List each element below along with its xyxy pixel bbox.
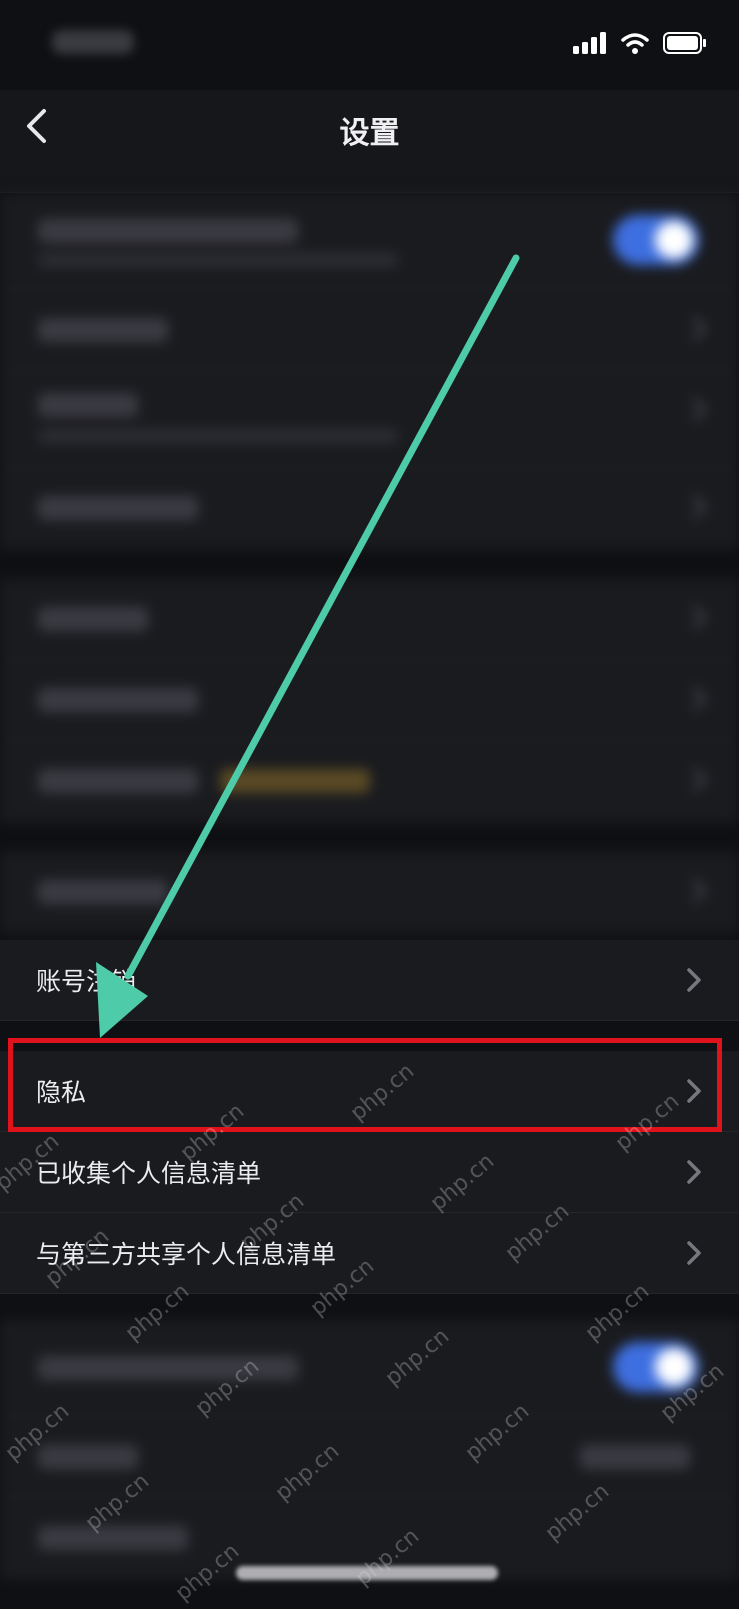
chevron-right-icon — [682, 397, 707, 422]
status-time-blurred — [52, 30, 134, 54]
chevron-right-icon — [682, 316, 707, 341]
list-item-collected-info[interactable]: 已收集个人信息清单 — [0, 1132, 739, 1213]
settings-group-2 — [0, 579, 739, 822]
chevron-right-icon — [682, 605, 707, 630]
blurred-text — [38, 429, 398, 443]
status-bar — [0, 0, 739, 90]
list-item[interactable] — [0, 193, 739, 290]
wifi-icon — [621, 33, 649, 54]
blurred-text — [580, 1445, 690, 1469]
home-indicator — [236, 1566, 498, 1580]
settings-group-5 — [0, 1320, 739, 1579]
list-item[interactable] — [0, 741, 739, 822]
chevron-right-icon — [687, 1160, 701, 1184]
blurred-settings-top — [0, 193, 739, 963]
list-item-third-party-info[interactable]: 与第三方共享个人信息清单 — [0, 1213, 739, 1294]
blurred-text — [38, 393, 138, 417]
list-item-account-cancel[interactable]: 账号注销 — [0, 940, 739, 1021]
list-item[interactable] — [0, 1417, 739, 1498]
list-item-label: 账号注销 — [36, 967, 137, 996]
chevron-right-icon — [682, 878, 707, 903]
list-item[interactable] — [0, 852, 739, 933]
list-item[interactable] — [0, 660, 739, 741]
list-item-label: 已收集个人信息清单 — [36, 1159, 262, 1188]
list-item[interactable] — [0, 579, 739, 660]
blurred-text — [38, 496, 198, 520]
chevron-right-icon — [682, 767, 707, 792]
blurred-text — [38, 253, 398, 267]
list-item[interactable] — [0, 468, 739, 549]
chevron-right-icon — [682, 494, 707, 519]
chevron-right-icon — [682, 686, 707, 711]
chevron-right-icon — [687, 968, 701, 992]
blurred-text — [38, 1356, 298, 1380]
blurred-text — [38, 1445, 138, 1469]
blurred-text — [38, 1526, 188, 1550]
blurred-text — [38, 318, 168, 342]
blurred-text — [38, 688, 198, 712]
toggle-switch[interactable] — [613, 1342, 699, 1392]
highlight-box — [8, 1038, 722, 1132]
blurred-text — [38, 607, 148, 631]
list-item[interactable] — [0, 290, 739, 371]
nav-header: 设置 — [0, 90, 739, 193]
list-item[interactable] — [0, 371, 739, 468]
status-icons — [573, 32, 707, 54]
signal-icon — [573, 32, 606, 54]
toggle-switch[interactable] — [613, 215, 699, 265]
blurred-text — [38, 769, 198, 793]
list-item-label: 与第三方共享个人信息清单 — [36, 1240, 337, 1269]
page-title: 设置 — [339, 116, 400, 151]
settings-group-3 — [0, 852, 739, 933]
settings-group-1 — [0, 193, 739, 549]
blurred-text — [38, 880, 168, 904]
blurred-text — [38, 219, 298, 243]
list-item[interactable] — [0, 1320, 739, 1417]
battery-icon — [663, 32, 706, 54]
chevron-right-icon — [687, 1241, 701, 1265]
blurred-badge — [220, 769, 370, 793]
